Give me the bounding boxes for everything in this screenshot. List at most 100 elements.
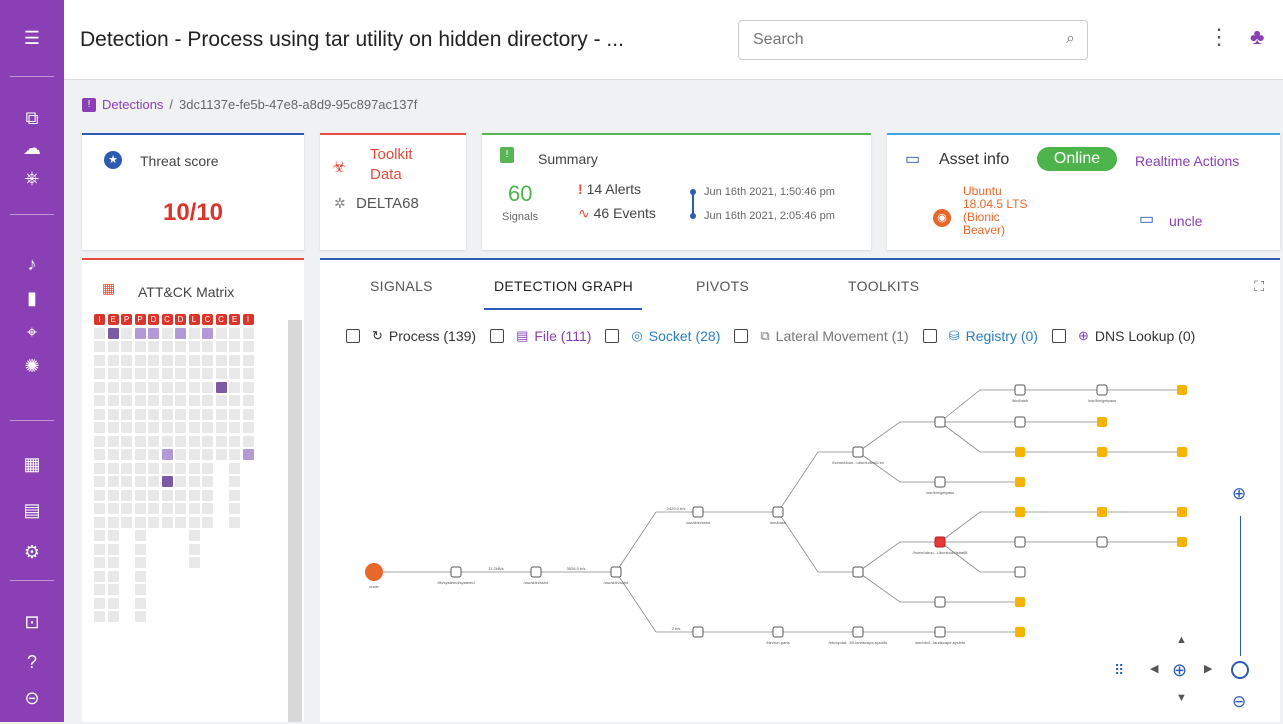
brain-icon[interactable]: ✺: [0, 348, 64, 384]
filter-process[interactable]: ↻ Process (139): [346, 328, 476, 344]
file-node[interactable]: [1015, 507, 1025, 517]
technique-cell[interactable]: [107, 341, 119, 352]
pan-down-icon[interactable]: ▼: [1176, 692, 1187, 704]
technique-cell[interactable]: [121, 341, 132, 352]
detection-icon[interactable]: ▮: [0, 280, 64, 316]
technique-cell[interactable]: [107, 449, 119, 460]
technique-cell[interactable]: [175, 422, 186, 433]
technique-cell[interactable]: [107, 408, 119, 420]
technique-cell[interactable]: [161, 462, 173, 474]
technique-cell[interactable]: [148, 327, 159, 339]
tactic-header-cell[interactable]: I: [94, 314, 105, 325]
technique-cell[interactable]: [175, 462, 186, 474]
technique-cell[interactable]: [188, 462, 200, 474]
technique-cell[interactable]: [215, 327, 227, 339]
technique-cell[interactable]: [175, 354, 186, 366]
technique-cell[interactable]: [148, 408, 159, 420]
bell-icon[interactable]: ♪: [0, 246, 64, 282]
technique-cell[interactable]: [161, 422, 173, 433]
technique-cell[interactable]: [242, 435, 254, 447]
process-node[interactable]: [852, 566, 864, 578]
technique-cell[interactable]: [134, 327, 146, 339]
process-node[interactable]: [530, 566, 542, 578]
technique-cell[interactable]: [107, 597, 119, 609]
technique-cell[interactable]: [161, 354, 173, 366]
technique-cell[interactable]: [242, 368, 254, 379]
technique-cell[interactable]: [121, 462, 132, 474]
tactic-header-cell[interactable]: P: [134, 314, 146, 325]
technique-cell[interactable]: [229, 422, 240, 433]
api-icon[interactable]: ⊝: [0, 680, 64, 716]
technique-cell[interactable]: [202, 381, 213, 393]
technique-cell[interactable]: [94, 557, 105, 568]
report-icon[interactable]: ▤: [0, 492, 64, 528]
tactic-header-cell[interactable]: C: [215, 314, 227, 325]
technique-cell[interactable]: [121, 368, 132, 379]
search-input[interactable]: [739, 21, 1039, 59]
checkbox[interactable]: [605, 329, 620, 343]
technique-cell[interactable]: [161, 327, 173, 339]
more-options-icon[interactable]: ⋮: [1208, 24, 1230, 50]
tactic-header-cell[interactable]: I: [242, 314, 254, 325]
technique-cell[interactable]: [242, 381, 254, 393]
technique-cell[interactable]: [242, 354, 254, 366]
kubernetes-icon[interactable]: ⎈: [0, 160, 64, 196]
matrix-scrollbar[interactable]: [288, 320, 302, 722]
technique-cell[interactable]: [202, 408, 213, 420]
tactic-header-cell[interactable]: P: [121, 314, 132, 325]
detection-graph[interactable]: uncle /lib/systemd/systemd /usr/sbin/ssh…: [320, 360, 1280, 724]
technique-cell[interactable]: [134, 422, 146, 433]
technique-cell[interactable]: [175, 503, 186, 514]
checkbox[interactable]: [346, 329, 360, 343]
technique-cell[interactable]: [148, 354, 159, 366]
technique-cell[interactable]: [134, 462, 146, 474]
technique-cell[interactable]: [107, 489, 119, 501]
technique-cell[interactable]: [188, 449, 200, 460]
technique-cell[interactable]: [134, 503, 146, 514]
technique-cell[interactable]: [121, 449, 132, 460]
technique-cell[interactable]: [94, 354, 105, 366]
technique-cell[interactable]: [94, 476, 105, 487]
file-node[interactable]: [1177, 507, 1187, 517]
technique-cell[interactable]: [94, 543, 105, 555]
technique-cell[interactable]: [94, 449, 105, 460]
technique-cell[interactable]: [229, 435, 240, 447]
technique-cell[interactable]: [229, 408, 240, 420]
realtime-actions-link[interactable]: Realtime Actions: [1135, 153, 1239, 169]
technique-cell[interactable]: [121, 327, 132, 339]
technique-cell[interactable]: [161, 368, 173, 379]
technique-cell[interactable]: [134, 557, 146, 568]
technique-cell[interactable]: [161, 341, 173, 352]
technique-cell[interactable]: [94, 530, 105, 541]
search-icon[interactable]: ⌕: [1066, 30, 1075, 48]
technique-cell[interactable]: [94, 462, 105, 474]
technique-cell[interactable]: [134, 516, 146, 528]
technique-cell[interactable]: [121, 476, 132, 487]
technique-cell[interactable]: [107, 381, 119, 393]
technique-cell[interactable]: [229, 354, 240, 366]
technique-cell[interactable]: [188, 354, 200, 366]
technique-cell[interactable]: [215, 381, 227, 393]
technique-cell[interactable]: [215, 449, 227, 460]
technique-cell[interactable]: [242, 327, 254, 339]
technique-cell[interactable]: [94, 435, 105, 447]
process-node[interactable]: [610, 566, 622, 578]
technique-cell[interactable]: [134, 354, 146, 366]
zoom-out-icon[interactable]: ⊖: [1232, 692, 1246, 712]
technique-cell[interactable]: [188, 476, 200, 487]
technique-cell[interactable]: [161, 449, 173, 460]
center-icon[interactable]: ⊕: [1172, 660, 1187, 681]
tab-toolkits[interactable]: TOOLKITS: [848, 278, 919, 294]
filter-dns-lookup[interactable]: ⊕ DNS Lookup (0): [1051, 328, 1195, 344]
checkbox[interactable]: [1051, 329, 1066, 343]
technique-cell[interactable]: [94, 503, 105, 514]
file-node[interactable]: [1015, 477, 1025, 487]
technique-cell[interactable]: [94, 516, 105, 528]
technique-cell[interactable]: [107, 327, 119, 339]
filter-file[interactable]: ▤ File (111): [490, 328, 591, 344]
tactic-header-cell[interactable]: E: [107, 314, 119, 325]
technique-cell[interactable]: [161, 516, 173, 528]
technique-cell[interactable]: [188, 381, 200, 393]
tactic-header-cell[interactable]: E: [229, 314, 240, 325]
technique-cell[interactable]: [134, 489, 146, 501]
